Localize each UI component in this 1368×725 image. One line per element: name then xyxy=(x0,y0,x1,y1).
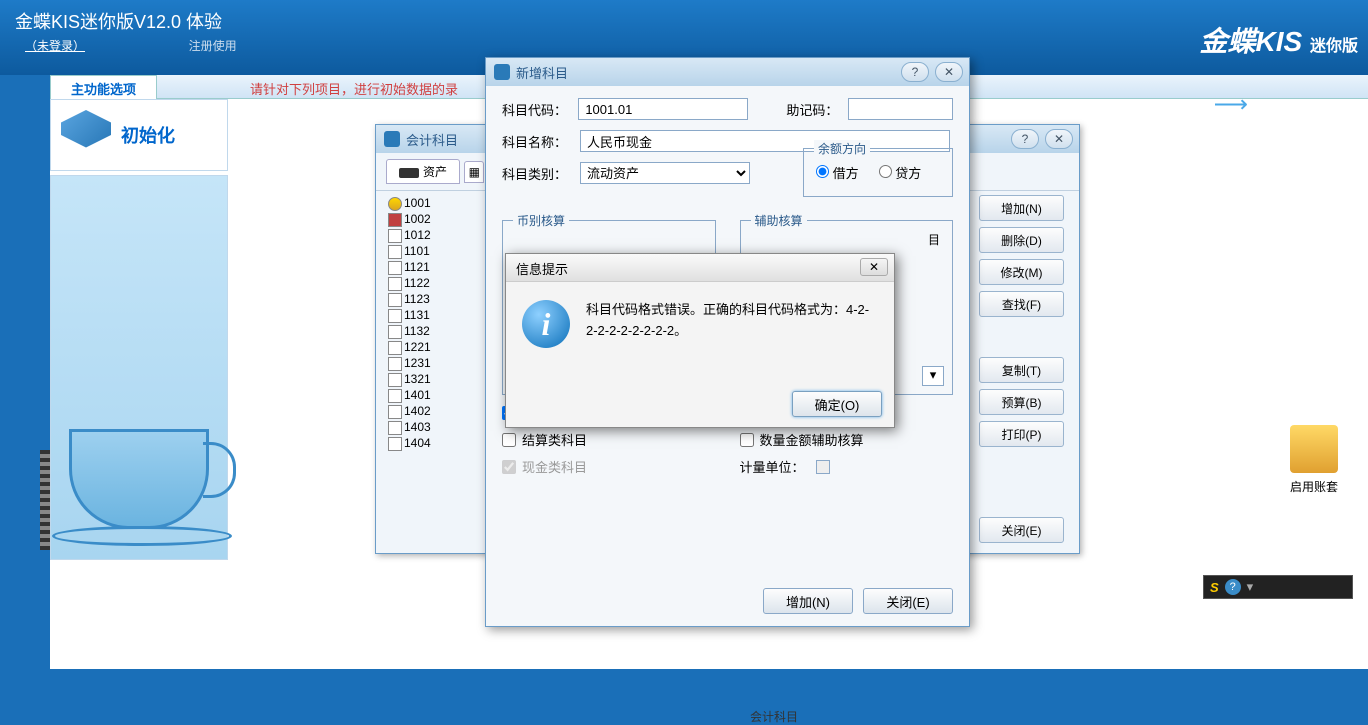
help-button[interactable]: ? xyxy=(1011,129,1039,149)
tree-item[interactable]: 1012 xyxy=(386,227,476,243)
tab-more[interactable]: ▦ xyxy=(464,161,484,183)
bottom-label: 会计科目 xyxy=(750,708,798,725)
init-box[interactable]: 初始化 xyxy=(50,99,228,171)
close-button[interactable]: ✕ xyxy=(1045,129,1073,149)
arrow-icon: ⟶ xyxy=(1214,90,1248,119)
tree-item[interactable]: 1122 xyxy=(386,275,476,291)
enable-account-icon xyxy=(1290,425,1338,473)
tree-item[interactable]: 1121 xyxy=(386,259,476,275)
tree-item[interactable]: 1123 xyxy=(386,291,476,307)
login-status-link[interactable]: （未登录） xyxy=(25,37,85,54)
msgbox-ok-button[interactable]: 确定(O) xyxy=(792,391,882,417)
mnemo-label: 助记码： xyxy=(786,100,840,119)
init-icon xyxy=(61,110,111,160)
find-button[interactable]: 查找(F) xyxy=(979,291,1064,317)
tree-item[interactable]: 1403 xyxy=(386,419,476,435)
car-icon xyxy=(399,168,419,178)
mnemo-input[interactable] xyxy=(848,98,953,120)
code-label: 科目代码： xyxy=(502,100,570,119)
status-s-icon: S xyxy=(1210,580,1219,595)
aux-legend: 辅助核算 xyxy=(751,212,807,229)
info-icon: i xyxy=(522,300,570,348)
instruction-text: 请针对下列项目，进行初始数据的录 xyxy=(250,79,458,98)
sidebar: 初始化 xyxy=(50,99,228,629)
add-button[interactable]: 增加(N) xyxy=(979,195,1064,221)
tree-item[interactable]: 1321 xyxy=(386,371,476,387)
delete-button[interactable]: 删除(D) xyxy=(979,227,1064,253)
tree-item[interactable]: 1002 xyxy=(386,211,476,227)
status-widget[interactable]: S ? ▾ xyxy=(1203,575,1353,599)
register-link[interactable]: 注册使用 xyxy=(189,39,237,53)
print-button[interactable]: 打印(P) xyxy=(979,421,1064,447)
qty-checkbox[interactable] xyxy=(740,433,754,447)
tree-item[interactable]: 1132 xyxy=(386,323,476,339)
status-help-icon[interactable]: ? xyxy=(1225,579,1241,595)
code-input[interactable] xyxy=(578,98,748,120)
help-button[interactable]: ? xyxy=(901,62,929,82)
tree-item[interactable]: 1221 xyxy=(386,339,476,355)
window-icon xyxy=(384,131,400,147)
credit-radio[interactable]: 贷方 xyxy=(879,163,922,182)
tree-item[interactable]: 1001 xyxy=(386,195,476,211)
close-acct-button[interactable]: 关闭(E) xyxy=(979,517,1064,543)
tree-item[interactable]: 1101 xyxy=(386,243,476,259)
message-box: 信息提示 ✕ i 科目代码格式错误。正确的科目代码格式为：4-2-2-2-2-2… xyxy=(505,253,895,428)
type-select[interactable]: 流动资产 xyxy=(580,162,750,184)
copy-button[interactable]: 复制(T) xyxy=(979,357,1064,383)
tab-main-options[interactable]: 主功能选项 xyxy=(50,75,157,101)
add-dialog-title: 新增科目 ? ✕ xyxy=(486,58,969,86)
brand-logo: 金蝶KIS 迷你版 xyxy=(1200,20,1358,60)
name-label: 科目名称： xyxy=(502,132,572,151)
aux-dropdown[interactable]: ▾ xyxy=(922,366,944,386)
budget-button[interactable]: 预算(B) xyxy=(979,389,1064,415)
balance-direction-group: 余额方向 借方 贷方 xyxy=(803,148,953,197)
tree-item[interactable]: 1131 xyxy=(386,307,476,323)
tree-item[interactable]: 1231 xyxy=(386,355,476,371)
unit-input xyxy=(816,460,830,474)
debit-radio[interactable]: 借方 xyxy=(816,163,859,182)
msgbox-close-button[interactable]: ✕ xyxy=(860,258,888,276)
init-title: 初始化 xyxy=(121,122,175,148)
enable-account-panel[interactable]: 启用账套 xyxy=(1290,425,1338,495)
tree-item[interactable]: 1401 xyxy=(386,387,476,403)
msgbox-title: 信息提示 ✕ xyxy=(506,254,894,282)
dialog-add-button[interactable]: 增加(N) xyxy=(763,588,853,614)
msgbox-text: 科目代码格式错误。正确的科目代码格式为：4-2-2-2-2-2-2-2-2-2。 xyxy=(586,300,878,342)
status-dropdown-icon[interactable]: ▾ xyxy=(1247,579,1254,595)
settle-checkbox[interactable] xyxy=(502,433,516,447)
cash-checkbox xyxy=(502,460,516,474)
action-buttons: 增加(N) 删除(D) 修改(M) 查找(F) 复制(T) 预算(B) 打印(P… xyxy=(979,195,1064,549)
decorative-image xyxy=(50,175,228,560)
tree-item[interactable]: 1404 xyxy=(386,435,476,451)
close-button[interactable]: ✕ xyxy=(935,62,963,82)
currency-legend: 币别核算 xyxy=(513,212,569,229)
modify-button[interactable]: 修改(M) xyxy=(979,259,1064,285)
left-handle[interactable] xyxy=(40,450,50,550)
window-icon xyxy=(494,64,510,80)
tab-asset[interactable]: 资产 xyxy=(386,159,460,184)
balance-legend: 余额方向 xyxy=(814,140,870,157)
app-title: 金蝶KIS迷你版V12.0 体验 xyxy=(15,8,1353,34)
tree-item[interactable]: 1402 xyxy=(386,403,476,419)
unit-label: 计量单位： xyxy=(740,457,810,476)
subject-tree[interactable]: 1001100210121101112111221123113111321221… xyxy=(386,195,476,525)
dialog-close-button[interactable]: 关闭(E) xyxy=(863,588,953,614)
enable-account-label: 启用账套 xyxy=(1290,478,1338,495)
type-label: 科目类别： xyxy=(502,164,572,183)
